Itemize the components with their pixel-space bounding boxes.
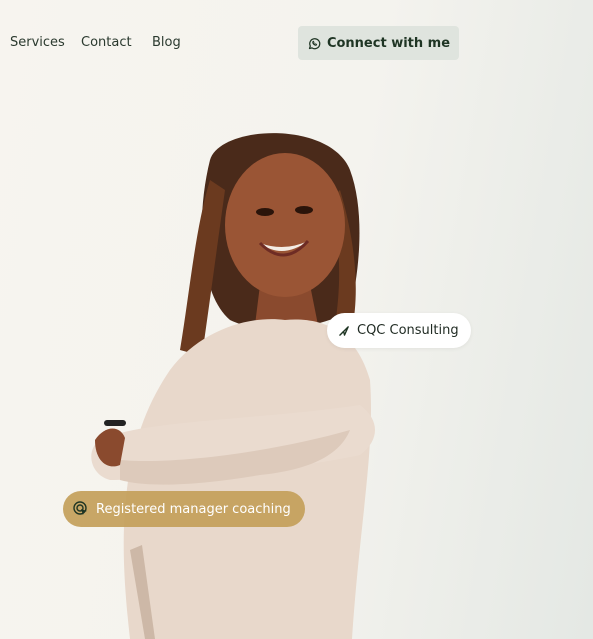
nav-link-blog[interactable]: Blog	[152, 35, 181, 50]
connect-button-label: Connect with me	[326, 35, 451, 51]
target-cursor-icon	[73, 501, 87, 515]
send-arrow-icon	[339, 326, 349, 336]
hero-portrait	[91, 133, 376, 639]
cqc-consulting-tag: CQC Consulting	[327, 313, 471, 348]
connect-with-me-button[interactable]: Connect with me	[298, 26, 459, 60]
whatsapp-icon	[308, 37, 321, 49]
top-navigation: Services Contact Blog Connect with me	[0, 0, 593, 86]
cqc-consulting-label: CQC Consulting	[357, 323, 459, 338]
nav-link-services[interactable]: Services	[10, 35, 65, 50]
registered-manager-coaching-tag: Registered manager coaching	[63, 491, 305, 527]
nav-link-contact[interactable]: Contact	[81, 35, 132, 50]
registered-manager-coaching-label: Registered manager coaching	[96, 501, 291, 517]
